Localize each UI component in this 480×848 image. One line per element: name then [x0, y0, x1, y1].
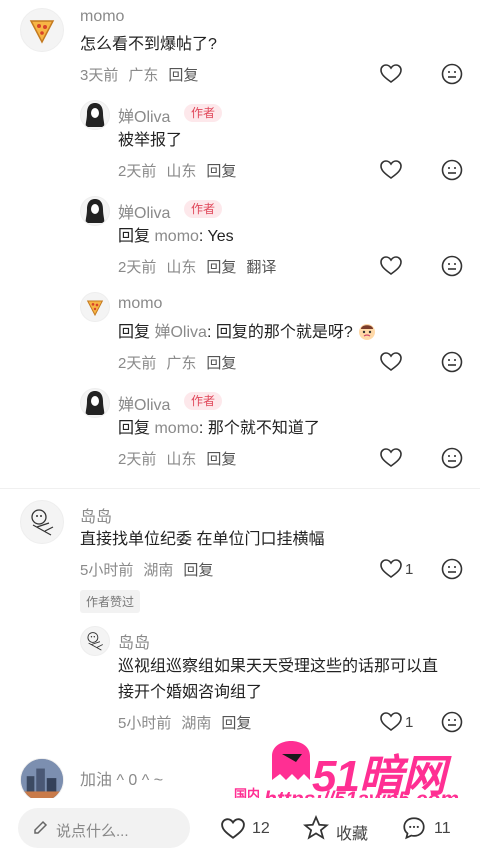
dislike-icon[interactable] — [440, 557, 464, 581]
comment-time: 2天前 — [118, 163, 157, 180]
comment-username[interactable]: 加油 ^ 0 ^ ~ — [80, 766, 163, 790]
like-icon[interactable] — [379, 557, 403, 581]
comment-location: 山东 — [166, 259, 197, 276]
translate-button[interactable]: 翻译 — [246, 259, 276, 276]
comment-text: 怎么看不到爆帖了? — [80, 36, 217, 53]
comment-username[interactable]: momo — [118, 295, 162, 313]
comment-time: 5小时前 — [118, 715, 172, 732]
comment-text: 被举报了 — [118, 132, 183, 149]
comment-text: 直接找单位纪委 在单位门口挂横幅 — [80, 531, 325, 548]
comment-location: 广东 — [166, 355, 197, 372]
reply-prefix: 回复 — [118, 228, 151, 245]
comment-location: 广东 — [128, 67, 159, 84]
divider — [0, 488, 480, 489]
avatar[interactable] — [20, 8, 64, 52]
girl-avatar-icon — [85, 391, 105, 415]
comment-location: 山东 — [166, 163, 197, 180]
reply-button[interactable]: 回复 — [183, 562, 213, 579]
girl-avatar-icon — [85, 103, 105, 127]
like-icon[interactable] — [379, 158, 403, 182]
dislike-icon[interactable] — [440, 62, 464, 86]
comment-meta: 2天前 山东 回复 — [118, 448, 246, 469]
comment-input-placeholder: 说点什么... — [56, 823, 129, 840]
author-liked-tag: 作者赞过 — [80, 590, 141, 613]
comment-username[interactable]: 婵Oliva — [118, 103, 170, 127]
avatar[interactable] — [80, 196, 110, 226]
comment-meta: 2天前 山东 回复 翻译 — [118, 256, 286, 277]
comment-location: 湖南 — [143, 562, 174, 579]
mention-user[interactable]: momo — [154, 228, 198, 245]
comment-username[interactable]: momo — [80, 8, 124, 26]
reply-prefix: 回复 — [118, 324, 151, 341]
author-badge: 作者 — [184, 200, 223, 218]
reply-content: : Yes — [198, 228, 234, 245]
comment-input[interactable]: 说点什么... — [18, 808, 190, 848]
mention-user[interactable]: momo — [154, 420, 198, 437]
comment-time: 5小时前 — [80, 562, 134, 579]
comment-text-line-1: 巡视组巡察组如果天天受理这些的话那可以直 — [118, 658, 439, 675]
like-icon[interactable] — [379, 446, 403, 470]
reply-button[interactable]: 回复 — [206, 163, 236, 180]
comment-time: 2天前 — [118, 355, 157, 372]
reply-prefix: 回复 — [118, 420, 151, 437]
reply-content: : 那个就不知道了 — [198, 420, 320, 437]
dislike-icon[interactable] — [440, 158, 464, 182]
comment-text-line-2: 接开个婚姻咨询组了 — [118, 684, 263, 701]
comment-username[interactable]: 婵Oliva — [118, 199, 170, 223]
comment-username[interactable]: 岛岛 — [118, 629, 150, 653]
reply-button[interactable]: 回复 — [206, 355, 236, 372]
avatar[interactable] — [80, 388, 110, 418]
avatar[interactable] — [20, 500, 64, 544]
comment-username[interactable]: 婵Oliva — [118, 391, 170, 415]
reply-button[interactable]: 回复 — [168, 67, 198, 84]
crying-emoji-icon — [359, 324, 376, 340]
author-badge: 作者 — [184, 392, 223, 410]
comment-meta: 2天前 山东 回复 — [118, 160, 246, 181]
comment-time: 2天前 — [118, 451, 157, 468]
total-likes: 12 — [252, 820, 270, 837]
reply-content: : 回复的那个就是呀? — [206, 324, 353, 341]
girl-avatar-icon — [85, 199, 105, 223]
like-icon[interactable] — [379, 254, 403, 278]
author-badge: 作者 — [184, 104, 223, 122]
comment-time: 3天前 — [80, 67, 119, 84]
sketch-avatar-icon — [87, 632, 103, 651]
pizza-avatar-icon — [86, 300, 104, 317]
comment-username[interactable]: 岛岛 — [80, 503, 112, 527]
comment-time: 2天前 — [118, 259, 157, 276]
comment-location: 湖南 — [181, 715, 212, 732]
like-icon[interactable] — [379, 62, 403, 86]
like-count: 1 — [405, 561, 414, 578]
reply-button[interactable]: 回复 — [206, 451, 236, 468]
collect-label[interactable]: 收藏 — [336, 820, 368, 844]
star-icon[interactable] — [302, 814, 330, 842]
avatar[interactable] — [80, 100, 110, 130]
dislike-icon[interactable] — [440, 254, 464, 278]
pencil-icon — [34, 820, 48, 834]
comment-meta: 2天前 广东 回复 — [118, 352, 246, 373]
comment-meta: 5小时前 湖南 回复 — [80, 559, 223, 580]
dislike-icon[interactable] — [440, 446, 464, 470]
pizza-avatar-icon — [29, 20, 55, 44]
comment-text: 回复 momo: 那个就不知道了 — [118, 416, 320, 442]
city-avatar-icon — [21, 759, 63, 801]
avatar[interactable] — [80, 626, 110, 656]
comment-bubble-icon[interactable] — [400, 814, 428, 842]
reply-button[interactable]: 回复 — [206, 259, 236, 276]
comment-meta: 3天前 广东 回复 — [80, 64, 208, 85]
total-comments: 11 — [434, 820, 451, 837]
comment-text: 回复 momo: Yes — [118, 224, 234, 250]
avatar[interactable] — [80, 292, 110, 322]
comment-location: 山东 — [166, 451, 197, 468]
comment-text: 回复 婵Oliva: 回复的那个就是呀? — [118, 320, 377, 346]
avatar[interactable] — [20, 758, 64, 802]
like-icon[interactable] — [379, 350, 403, 374]
sketch-avatar-icon — [31, 509, 54, 536]
mention-user[interactable]: 婵Oliva — [154, 324, 206, 341]
dislike-icon[interactable] — [440, 350, 464, 374]
heart-icon[interactable] — [220, 816, 246, 842]
